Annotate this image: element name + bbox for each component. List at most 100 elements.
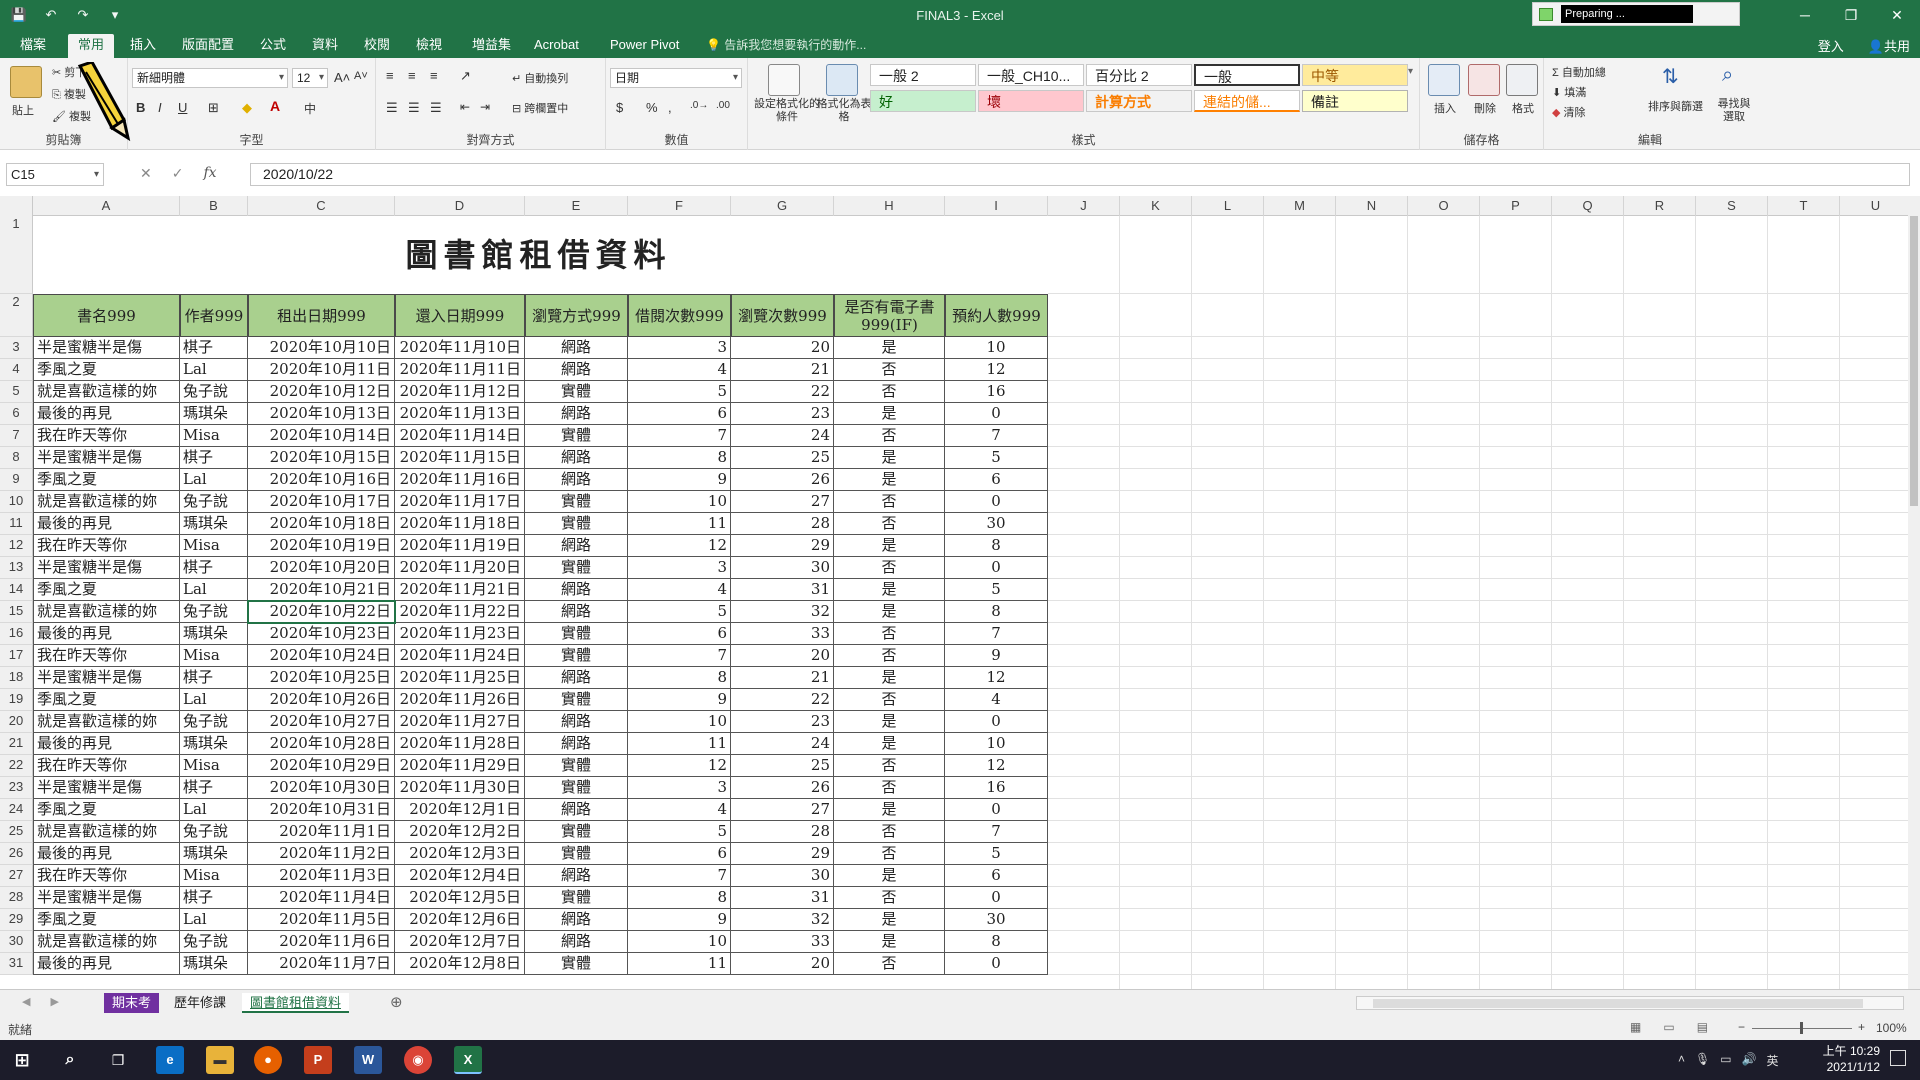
row-header[interactable]: 14	[0, 579, 33, 601]
column-header[interactable]: B	[180, 196, 248, 216]
table-cell[interactable]: 6	[628, 843, 731, 865]
border-icon[interactable]: ⊞	[208, 100, 219, 116]
table-cell[interactable]: Lal	[180, 359, 248, 381]
table-cell[interactable]: 是	[834, 469, 945, 491]
table-cell[interactable]: 21	[731, 667, 834, 689]
table-cell[interactable]: 2020年11月20日	[395, 557, 525, 579]
volume-icon[interactable]: 🔊	[1742, 1052, 1757, 1069]
table-cell[interactable]: 5	[628, 821, 731, 843]
table-cell[interactable]: 2020年11月16日	[395, 469, 525, 491]
table-cell[interactable]: 0	[945, 557, 1048, 579]
row-header[interactable]: 13	[0, 557, 33, 579]
table-cell[interactable]: Lal	[180, 689, 248, 711]
table-cell[interactable]: 否	[834, 689, 945, 711]
table-cell[interactable]: 季風之夏	[33, 359, 180, 381]
close-icon[interactable]: ✕	[1874, 0, 1920, 30]
table-cell[interactable]: 8	[628, 667, 731, 689]
table-cell[interactable]: 7	[628, 865, 731, 887]
table-cell[interactable]: 否	[834, 645, 945, 667]
align-middle-icon[interactable]: ≡	[408, 68, 416, 83]
table-header-cell[interactable]: 是否有電子書999(IF)	[834, 294, 945, 337]
table-cell[interactable]: 9	[628, 909, 731, 931]
sort-filter-button[interactable]: 排序與篩選	[1648, 98, 1703, 114]
row-header[interactable]: 11	[0, 513, 33, 535]
increase-decimal-icon[interactable]: .0→	[690, 100, 708, 111]
table-cell[interactable]: 22	[731, 689, 834, 711]
table-cell[interactable]: 16	[945, 777, 1048, 799]
table-cell[interactable]: 2020年12月2日	[395, 821, 525, 843]
table-cell[interactable]: 2020年10月23日	[248, 623, 395, 645]
table-cell[interactable]: 2020年10月31日	[248, 799, 395, 821]
horizontal-scrollbar[interactable]	[1356, 996, 1904, 1010]
table-cell[interactable]: 20	[731, 953, 834, 975]
table-cell[interactable]: 6	[945, 865, 1048, 887]
find-select-icon[interactable]: ⌕	[1722, 64, 1733, 87]
column-header[interactable]: O	[1408, 196, 1480, 216]
table-cell[interactable]: 就是喜歡這樣的妳	[33, 381, 180, 403]
tell-me-box[interactable]: 💡 告訴我您想要執行的動作...	[706, 36, 866, 53]
table-cell[interactable]: 實體	[525, 491, 628, 513]
cancel-icon[interactable]: ✕	[140, 165, 152, 182]
autosum-button[interactable]: Σ 自動加總	[1552, 64, 1606, 80]
tab-page-layout[interactable]: 版面配置	[172, 34, 244, 58]
row-header[interactable]: 20	[0, 711, 33, 733]
table-cell[interactable]: 季風之夏	[33, 689, 180, 711]
table-cell[interactable]: 12	[945, 755, 1048, 777]
table-cell[interactable]: 33	[731, 623, 834, 645]
table-cell[interactable]: 5	[945, 843, 1048, 865]
normal-view-icon[interactable]: ▦	[1630, 1020, 1641, 1034]
edge-icon[interactable]: e	[156, 1046, 184, 1074]
table-cell[interactable]: 最後的再見	[33, 843, 180, 865]
table-cell[interactable]: 2020年10月26日	[248, 689, 395, 711]
insert-function-icon[interactable]: fx	[203, 165, 216, 182]
zoom-in-icon[interactable]: +	[1858, 1020, 1865, 1034]
format-cells-icon[interactable]	[1506, 64, 1538, 96]
table-cell[interactable]: 瑪琪朵	[180, 733, 248, 755]
row-header[interactable]: 5	[0, 381, 33, 403]
table-cell[interactable]: Lal	[180, 579, 248, 601]
table-cell[interactable]: 30	[945, 513, 1048, 535]
comma-icon[interactable]: ,	[668, 100, 672, 115]
tab-addins[interactable]: 増益集	[462, 34, 521, 58]
table-cell[interactable]: 是	[834, 931, 945, 953]
style-note[interactable]: 備註	[1302, 90, 1408, 112]
table-cell[interactable]: 棋子	[180, 557, 248, 579]
table-cell[interactable]: 2020年10月19日	[248, 535, 395, 557]
table-cell[interactable]: 2020年12月8日	[395, 953, 525, 975]
table-cell[interactable]: 實體	[525, 777, 628, 799]
column-header[interactable]: C	[248, 196, 395, 216]
table-cell[interactable]: 是	[834, 799, 945, 821]
table-cell[interactable]: 是	[834, 447, 945, 469]
table-cell[interactable]: 是	[834, 535, 945, 557]
row-header[interactable]: 31	[0, 953, 33, 975]
table-cell[interactable]: 網路	[525, 359, 628, 381]
table-cell[interactable]: 2020年11月6日	[248, 931, 395, 953]
table-cell[interactable]: 0	[945, 953, 1048, 975]
table-cell[interactable]: 12	[628, 535, 731, 557]
table-cell[interactable]: 2020年11月12日	[395, 381, 525, 403]
table-cell[interactable]: 實體	[525, 645, 628, 667]
vertical-scrollbar[interactable]	[1908, 196, 1920, 989]
table-cell[interactable]: 8	[945, 535, 1048, 557]
style-percent-2[interactable]: 百分比 2	[1086, 64, 1192, 86]
phonetic-icon[interactable]: 中	[304, 100, 316, 117]
table-cell[interactable]: Misa	[180, 535, 248, 557]
table-cell[interactable]: 30	[731, 865, 834, 887]
table-cell[interactable]: 半是蜜糖半是傷	[33, 337, 180, 359]
table-cell[interactable]: 32	[731, 909, 834, 931]
table-cell[interactable]: 我在昨天等你	[33, 535, 180, 557]
row-header[interactable]: 28	[0, 887, 33, 909]
table-cell[interactable]: 最後的再見	[33, 953, 180, 975]
table-cell[interactable]: 網路	[525, 337, 628, 359]
table-header-cell[interactable]: 預約人數999	[945, 294, 1048, 337]
table-cell[interactable]: 9	[945, 645, 1048, 667]
table-cell[interactable]: 0	[945, 799, 1048, 821]
percent-icon[interactable]: %	[646, 100, 658, 115]
style-normal-2[interactable]: 一般 2	[870, 64, 976, 86]
style-calculation[interactable]: 計算方式	[1086, 90, 1192, 112]
column-header[interactable]: U	[1840, 196, 1908, 216]
table-cell[interactable]: 20	[731, 645, 834, 667]
table-cell[interactable]: 2020年11月30日	[395, 777, 525, 799]
signin-link[interactable]: 登入	[1818, 36, 1844, 55]
table-cell[interactable]: 否	[834, 843, 945, 865]
